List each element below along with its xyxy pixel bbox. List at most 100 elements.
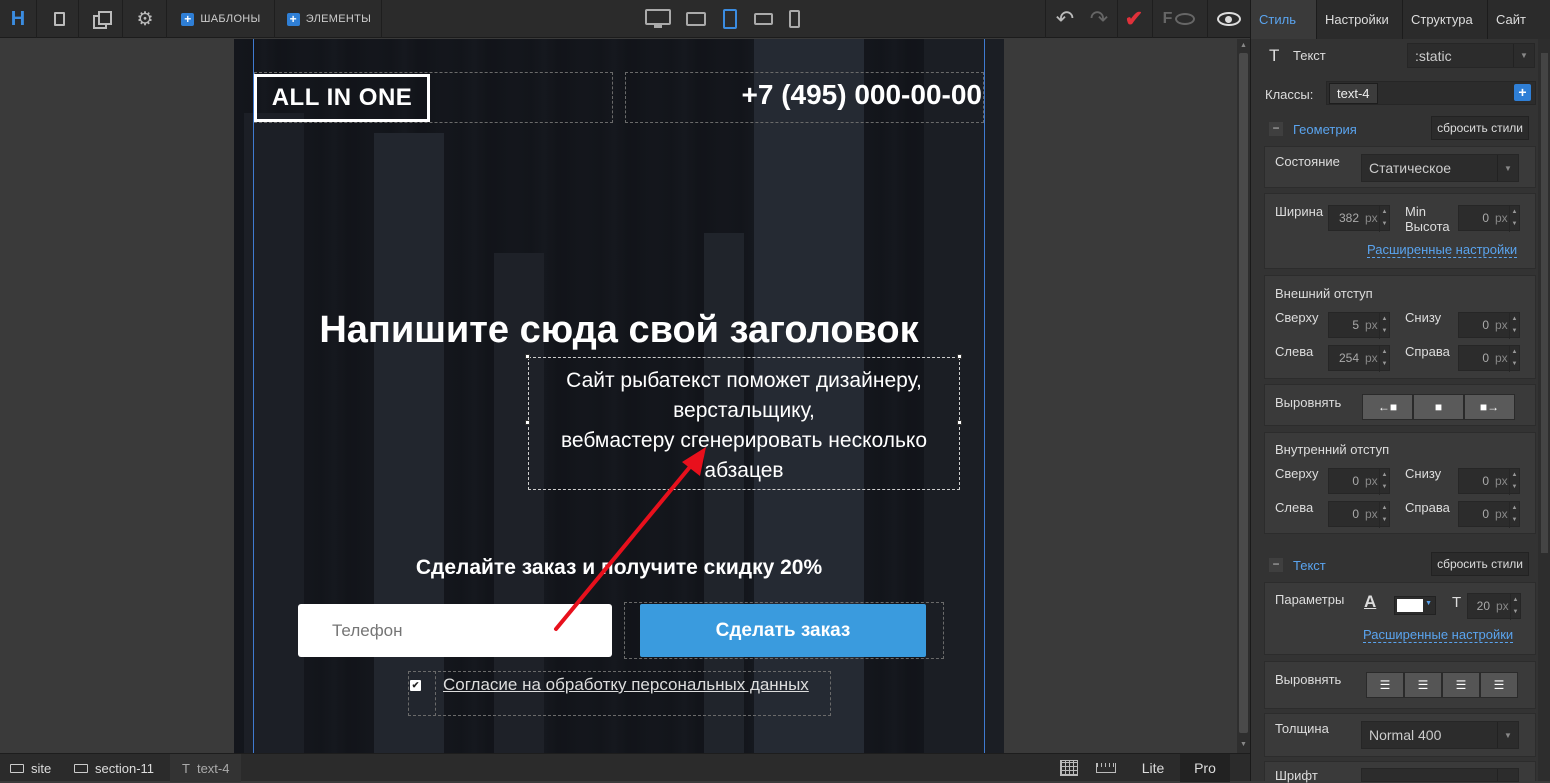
elements-button[interactable]: + ЭЛЕМЕНТЫ <box>284 0 374 38</box>
section-icon <box>10 763 24 773</box>
consent-checkbox[interactable]: ✔ <box>410 680 421 691</box>
margin-bottom-input[interactable]: 0 px ▲ ▼ <box>1458 312 1520 339</box>
padding-left-input[interactable]: 0 px ▲ ▼ <box>1328 501 1390 528</box>
class-tag[interactable]: text-4 <box>1329 83 1378 104</box>
tab-structure[interactable]: Структура <box>1403 0 1488 39</box>
panel-scrollbar[interactable] <box>1538 39 1550 781</box>
tablet-landscape-button[interactable] <box>682 0 710 38</box>
new-page-button[interactable] <box>44 0 74 38</box>
order-button[interactable]: Сделать заказ <box>640 604 926 657</box>
tab-site[interactable]: Сайт <box>1488 0 1537 39</box>
padding-right-input[interactable]: 0 px ▲ ▼ <box>1458 501 1520 528</box>
preview-button[interactable]: F <box>1156 0 1202 38</box>
page-headline[interactable]: Напишите сюда свой заголовок <box>234 309 1004 352</box>
weight-select[interactable]: Normal 400 ▼ <box>1361 721 1519 749</box>
position-select[interactable]: :static ▼ <box>1407 43 1535 68</box>
align-text-justify-button[interactable]: ☰ <box>1480 672 1518 698</box>
align-left-block-button[interactable]: ←■ <box>1362 394 1413 420</box>
stepper-icon[interactable]: ▲ ▼ <box>1379 346 1389 372</box>
align-center-block-button[interactable]: ■ <box>1413 394 1464 420</box>
resize-handle[interactable] <box>957 420 962 425</box>
geometry-section-header[interactable]: − Геометрия сбросить стили <box>1259 116 1537 142</box>
brand-logo[interactable]: ALL IN ONE <box>254 74 430 122</box>
tab-style[interactable]: Стиль <box>1251 0 1317 39</box>
reset-text-styles-button[interactable]: сбросить стили <box>1431 552 1529 576</box>
phone-input[interactable] <box>298 604 612 657</box>
stepper-icon[interactable]: ▲ ▼ <box>1510 594 1520 620</box>
font-select[interactable] <box>1361 768 1519 782</box>
selected-text-element[interactable]: Сайт рыбатекст поможет дизайнеру, верста… <box>528 357 960 490</box>
text-advanced-settings-link[interactable]: Расширенные настройки <box>1363 627 1514 643</box>
unit: px <box>1365 211 1378 225</box>
panel-scroll-thumb[interactable] <box>1541 53 1548 553</box>
grid-icon <box>1060 760 1078 776</box>
phone-portrait-button[interactable] <box>784 0 804 38</box>
min-height-input[interactable]: 0 px ▲ ▼ <box>1458 205 1520 232</box>
scroll-up-icon[interactable]: ▲ <box>1240 42 1247 49</box>
resize-handle[interactable] <box>525 420 530 425</box>
templates-button[interactable]: + ШАБЛОНЫ <box>176 0 266 38</box>
align-right-block-button[interactable]: ■→ <box>1464 394 1515 420</box>
divider <box>166 0 167 38</box>
margin-left-input[interactable]: 254 px ▲ ▼ <box>1328 345 1390 372</box>
undo-button[interactable]: ↶ <box>1050 0 1080 38</box>
resize-handle[interactable] <box>525 354 530 359</box>
view-button[interactable] <box>1212 0 1246 38</box>
stepper-icon[interactable]: ▲ ▼ <box>1509 502 1519 528</box>
margin-right-input[interactable]: 0 px ▲ ▼ <box>1458 345 1520 372</box>
align-text-left-button[interactable]: ☰ <box>1366 672 1404 698</box>
advanced-settings-link[interactable]: Расширенные настройки <box>1367 242 1518 258</box>
color-picker[interactable]: ▼ <box>1394 596 1436 615</box>
margin-top-label: Сверху <box>1275 310 1319 325</box>
undo-icon: ↶ <box>1055 6 1075 31</box>
add-class-button[interactable]: + <box>1514 84 1531 101</box>
scroll-thumb[interactable] <box>1239 53 1248 733</box>
desktop-view-button[interactable] <box>642 0 674 38</box>
ruler-toggle-button[interactable] <box>1092 754 1120 782</box>
redo-button[interactable]: ↷ <box>1084 0 1114 38</box>
text-section-header[interactable]: − Текст сбросить стили <box>1259 552 1537 578</box>
margin-top-input[interactable]: 5 px ▲ ▼ <box>1328 312 1390 339</box>
panel-tabs: Стиль Настройки Структура Сайт <box>1251 0 1550 39</box>
state-select[interactable]: Статическое ▼ <box>1361 154 1519 182</box>
stepper-icon[interactable]: ▲ ▼ <box>1509 206 1519 232</box>
app-logo[interactable]: H <box>0 0 36 38</box>
pro-mode-button[interactable]: Pro <box>1180 754 1230 782</box>
grid-toggle-button[interactable] <box>1056 754 1082 782</box>
padding-left-label: Слева <box>1275 500 1314 515</box>
stepper-icon[interactable]: ▲ ▼ <box>1379 313 1389 339</box>
offer-text[interactable]: Сделайте заказ и получите скидку 20% <box>234 556 1004 580</box>
resize-handle[interactable] <box>957 354 962 359</box>
tab-settings[interactable]: Настройки <box>1317 0 1403 39</box>
stepper-icon[interactable]: ▲ ▼ <box>1509 469 1519 495</box>
section-11[interactable]: ALL IN ONE +7 (495) 000-00-00 Напишите с… <box>234 39 1004 753</box>
eye-muted-icon <box>1175 13 1196 25</box>
font-size-input[interactable]: 20 px ▲ ▼ <box>1467 593 1521 620</box>
phone-landscape-button[interactable] <box>750 0 776 38</box>
stepper-icon[interactable]: ▲ ▼ <box>1379 206 1389 232</box>
consent-link[interactable]: Согласие на обработку персональных данны… <box>443 675 809 695</box>
stepper-icon[interactable]: ▲ ▼ <box>1509 346 1519 372</box>
width-input[interactable]: 382 px ▲ ▼ <box>1328 205 1390 232</box>
breadcrumb-text[interactable]: Ttext-4 <box>170 754 242 782</box>
divider <box>36 0 37 38</box>
stepper-icon[interactable]: ▲ ▼ <box>1379 502 1389 528</box>
align-text-right-button[interactable]: ☰ <box>1442 672 1480 698</box>
lite-mode-button[interactable]: Lite <box>1130 754 1176 782</box>
reset-styles-button[interactable]: сбросить стили <box>1431 116 1529 140</box>
canvas-scrollbar[interactable]: ▲ ▼ <box>1237 39 1250 753</box>
stepper-icon[interactable]: ▲ ▼ <box>1379 469 1389 495</box>
padding-top-input[interactable]: 0 px ▲ ▼ <box>1328 468 1390 495</box>
scroll-down-icon[interactable]: ▼ <box>1240 741 1247 748</box>
breadcrumb-section[interactable]: section-11 <box>74 754 154 782</box>
padding-bottom-input[interactable]: 0 px ▲ ▼ <box>1458 468 1520 495</box>
align-text-center-button[interactable]: ☰ <box>1404 672 1442 698</box>
publish-button[interactable]: ✔ <box>1120 0 1148 38</box>
geometry-title: Геометрия <box>1293 121 1357 137</box>
settings-button[interactable]: ⚙ <box>130 0 160 38</box>
tablet-portrait-button[interactable] <box>718 0 742 38</box>
duplicate-button[interactable] <box>86 0 116 38</box>
breadcrumb-site[interactable]: site <box>10 754 51 782</box>
stepper-icon[interactable]: ▲ ▼ <box>1509 313 1519 339</box>
header-phone[interactable]: +7 (495) 000-00-00 <box>741 79 982 111</box>
